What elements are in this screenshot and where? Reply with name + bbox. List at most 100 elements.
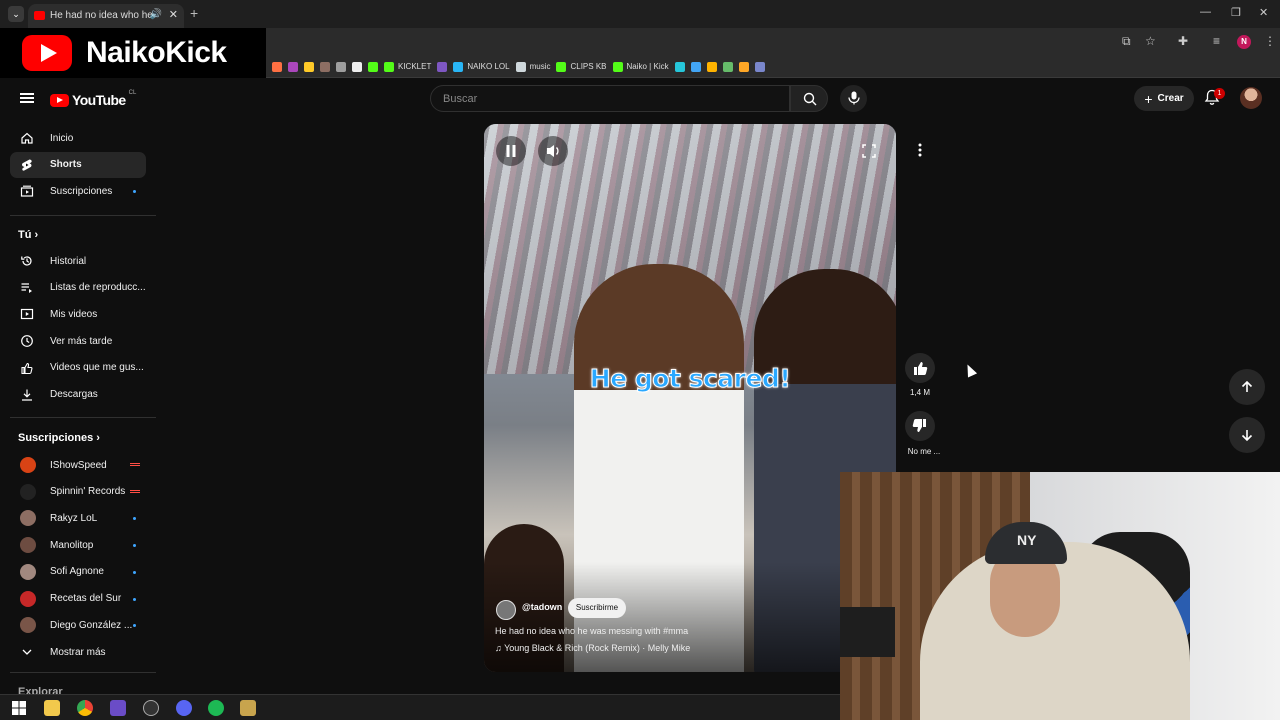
sidebar-subscription-item[interactable]: Recetas del Sur [10, 586, 146, 612]
bookmark-label: KICKLET [398, 62, 432, 71]
file-explorer-icon[interactable] [44, 700, 60, 716]
search-button[interactable] [790, 85, 828, 112]
channel-name[interactable]: @tadown [522, 602, 562, 612]
bookmark-item[interactable]: music [515, 61, 550, 72]
menu-hamburger-icon[interactable] [20, 93, 34, 103]
account-avatar[interactable] [1240, 87, 1262, 109]
previous-short-button[interactable] [1229, 369, 1265, 405]
heading-label: Tú [18, 229, 32, 241]
create-button[interactable]: + Crear [1134, 86, 1194, 111]
sidebar-subscriptions-heading[interactable]: Suscripciones › [18, 432, 100, 444]
bookmark-item[interactable] [336, 61, 346, 72]
youtube-favicon-icon [34, 11, 45, 20]
bookmark-star-icon[interactable]: ☆ [1145, 34, 1156, 48]
league-of-legends-icon[interactable] [240, 700, 256, 716]
bookmark-item[interactable]: CLIPS KB [556, 61, 607, 72]
spotify-icon[interactable] [208, 700, 224, 716]
maximize-icon[interactable]: ❐ [1231, 6, 1241, 19]
more-options-button[interactable] [905, 136, 935, 166]
subscribe-button[interactable]: Suscribirme [568, 598, 626, 618]
heading-label: Suscripciones [18, 432, 94, 444]
bookmark-item[interactable] [304, 61, 314, 72]
bookmark-item[interactable] [320, 61, 330, 72]
streamer-webcam: NY [840, 472, 1280, 720]
tab-audio-icon[interactable]: 🔊 [150, 9, 162, 20]
youtube-logo[interactable]: YouTube CL [50, 90, 136, 108]
sidebar-subscription-item[interactable]: Diego González ... [10, 612, 146, 638]
app-icon[interactable] [110, 700, 126, 716]
sidebar-item-label: Inicio [50, 132, 74, 144]
bookmark-item[interactable] [368, 61, 378, 72]
short-video-player[interactable]: He got scared! @tadown Suscribirme He ha… [484, 124, 896, 672]
bookmark-item[interactable] [754, 61, 765, 72]
voice-search-button[interactable] [840, 85, 867, 112]
browser-profile-avatar[interactable]: N [1237, 35, 1251, 49]
minimize-icon[interactable]: — [1200, 6, 1211, 18]
sidebar-divider [10, 215, 156, 216]
dislike-button[interactable] [905, 411, 935, 441]
chrome-icon[interactable] [77, 700, 93, 716]
sidebar-item-shorts[interactable]: Shorts [10, 151, 146, 178]
bookmark-item[interactable] [738, 61, 749, 72]
windows-start-icon[interactable] [11, 700, 27, 716]
more-vertical-icon [918, 143, 922, 157]
sidebar-item-label: Listas de reproducc... [50, 282, 146, 294]
install-app-icon[interactable]: ⧉ [1122, 34, 1131, 49]
search-input[interactable]: Buscar [430, 85, 790, 112]
bookmark-item[interactable]: KICKLET [384, 61, 432, 72]
sidebar-subscription-item[interactable]: Manolitop [10, 532, 146, 558]
bookmark-item[interactable] [706, 61, 717, 72]
sidebar-item-playlists[interactable]: Listas de reproducc... [10, 275, 146, 301]
browser-menu-icon[interactable]: ⋮ [1264, 34, 1276, 48]
new-tab-icon[interactable]: + [190, 5, 198, 21]
browser-tab-active[interactable]: He had no idea who he 🔊 ✕ [28, 4, 184, 28]
close-window-icon[interactable]: ✕ [1259, 6, 1268, 19]
bookmark-item[interactable]: Naiko | Kick [612, 61, 669, 72]
next-short-button[interactable] [1229, 417, 1265, 453]
bookmark-item[interactable] [272, 61, 282, 72]
sidebar-item-download[interactable]: Descargas [10, 382, 146, 408]
bookmark-item[interactable] [690, 61, 701, 72]
bookmark-item[interactable] [722, 61, 733, 72]
sidebar-you-heading[interactable]: Tú › [18, 229, 38, 241]
shorts-icon [22, 159, 32, 171]
history-icon [21, 256, 32, 266]
media-controls-icon[interactable]: ≡ [1213, 34, 1220, 48]
sidebar-item-my-videos[interactable]: Mis videos [10, 301, 146, 327]
sidebar-subscription-item[interactable]: Spinnin' Records [10, 479, 146, 505]
short-description[interactable]: He had no idea who he was messing with #… [495, 626, 688, 636]
sidebar-item-label: Videos que me gus... [50, 362, 144, 374]
bookmark-favicon-icon [352, 61, 362, 72]
channel-avatar [20, 457, 36, 473]
sidebar-item-watch-later[interactable]: Ver más tarde [10, 328, 146, 354]
sidebar-item-subscriptions[interactable]: Suscripciones [10, 178, 146, 204]
tab-search-chevron-icon[interactable]: ⌄ [8, 6, 24, 22]
bookmark-item[interactable] [437, 61, 448, 72]
obs-icon[interactable] [143, 700, 159, 716]
dislike-label: No me ... [907, 447, 941, 456]
bookmark-item[interactable]: NAIKO LOL [453, 61, 510, 72]
fullscreen-button[interactable] [854, 136, 884, 166]
sidebar-subscription-item[interactable]: Rakyz LoL [10, 505, 146, 531]
create-label: Crear [1157, 93, 1184, 104]
bookmark-item[interactable] [288, 61, 298, 72]
like-button[interactable] [905, 353, 935, 383]
sidebar: Inicio Shorts Suscripciones Tú › Historial Li… [0, 119, 160, 694]
extensions-icon[interactable]: ✚ [1178, 34, 1188, 48]
tab-close-icon[interactable]: ✕ [169, 8, 178, 21]
discord-icon[interactable] [176, 700, 192, 716]
sidebar-item-history[interactable]: Historial [10, 248, 146, 274]
pause-button[interactable] [496, 136, 526, 166]
volume-button[interactable] [538, 136, 568, 166]
short-music[interactable]: ♫ Young Black & Rich (Rock Remix) · Mell… [495, 643, 690, 653]
sidebar-subscription-item[interactable]: Sofi Agnone [10, 559, 146, 585]
channel-avatar[interactable] [496, 600, 516, 620]
sidebar-show-more[interactable]: Mostrar más [10, 639, 146, 665]
arrow-down-icon [1241, 430, 1253, 442]
bookmark-item[interactable] [674, 61, 685, 72]
volume-icon [547, 145, 559, 157]
bookmark-item[interactable] [352, 61, 362, 72]
sidebar-item-liked[interactable]: Videos que me gus... [10, 355, 146, 381]
sidebar-item-home[interactable]: Inicio [10, 125, 146, 151]
sidebar-subscription-item[interactable]: IShowSpeed [10, 452, 146, 478]
